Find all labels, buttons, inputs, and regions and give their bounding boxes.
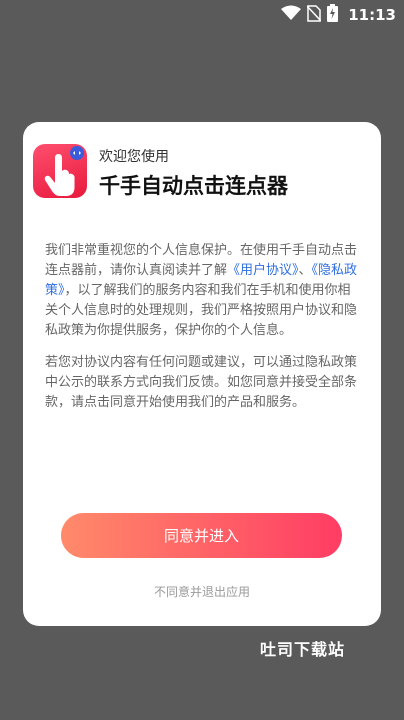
app-name: 千手自动点击连点器 xyxy=(99,174,288,198)
privacy-dialog: 欢迎您使用 千手自动点击连点器 我们非常重视您的个人信息保护。在使用千手自动点击… xyxy=(23,122,381,626)
dialog-body: 我们非常重视您的个人信息保护。在使用千手自动点击连点器前，请你认真阅读并了解《用… xyxy=(45,241,363,413)
watermark-text: 吐司下载站 xyxy=(260,640,346,659)
app-icon xyxy=(33,144,87,198)
status-icons: 11:13 xyxy=(281,4,396,26)
no-sim-icon xyxy=(306,4,322,26)
disagree-exit-link[interactable]: 不同意并退出应用 xyxy=(23,583,381,600)
battery-charging-icon xyxy=(327,4,339,26)
separator: 、 xyxy=(298,263,312,278)
agree-button[interactable]: 同意并进入 xyxy=(61,513,342,558)
paragraph-feedback: 若您对协议内容有任何问题或建议，可以通过隐私政策中公示的联系方式向我们反馈。如您… xyxy=(45,355,358,410)
status-bar: 11:13 xyxy=(0,0,404,30)
welcome-text: 欢迎您使用 xyxy=(99,149,169,165)
status-time: 11:13 xyxy=(348,6,396,24)
paragraph-text: ，以了解我们的服务内容和我们在手机和使用你相关个人信息时的处理规则，我们严格按照… xyxy=(45,283,358,338)
wifi-icon xyxy=(281,5,302,25)
paragraph-privacy-intro: 我们非常重视您的个人信息保护。在使用千手自动点击连点器前，请你认真阅读并了解《用… xyxy=(45,241,363,341)
user-agreement-link[interactable]: 《用户协议》 xyxy=(227,263,299,278)
